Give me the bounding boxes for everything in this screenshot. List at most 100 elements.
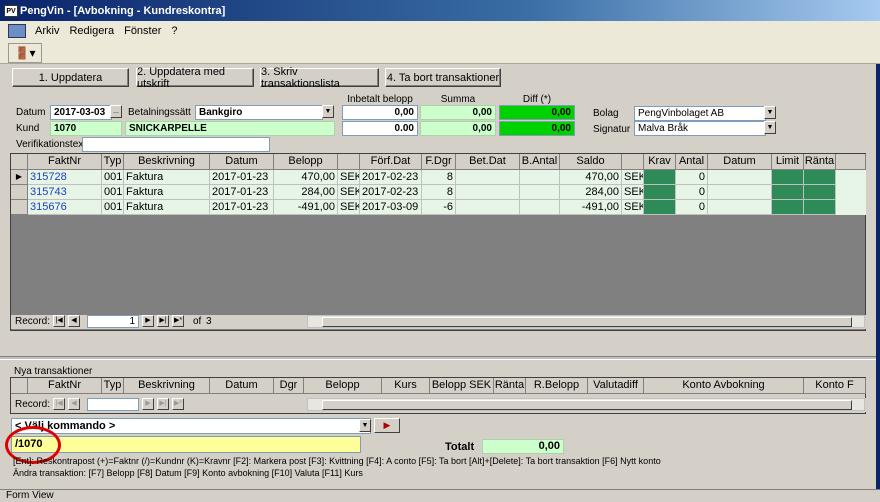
- datum-field[interactable]: 2017-03-03: [50, 105, 112, 120]
- signatur-select[interactable]: Malva Bråk: [634, 121, 766, 136]
- menu-help[interactable]: ?: [166, 25, 182, 37]
- cell-belopp[interactable]: 470,00: [274, 170, 338, 185]
- col-saldo[interactable]: Saldo: [560, 154, 622, 170]
- cell-faktnr[interactable]: 315728: [28, 170, 102, 185]
- col-valuta2[interactable]: [622, 154, 644, 170]
- col-bantal[interactable]: B.Antal: [520, 154, 560, 170]
- cell-datum2[interactable]: [708, 170, 772, 185]
- cell-betdat[interactable]: [456, 170, 520, 185]
- cell-faktnr[interactable]: 315676: [28, 200, 102, 215]
- row-selector[interactable]: [11, 185, 28, 200]
- cell-antal[interactable]: 0: [676, 170, 708, 185]
- record-number-input[interactable]: [87, 398, 139, 411]
- cell-fdgr[interactable]: -6: [422, 200, 456, 215]
- cell-belopp[interactable]: -491,00: [274, 200, 338, 215]
- col-typ[interactable]: Typ: [102, 154, 124, 170]
- col-beskrivning[interactable]: Beskrivning: [124, 154, 210, 170]
- col-rbelopp[interactable]: R.Belopp: [526, 378, 588, 394]
- chevron-down-icon[interactable]: ▼: [359, 419, 371, 432]
- col-limit[interactable]: Limit: [772, 154, 804, 170]
- betalningssatt-select[interactable]: Bankgiro: [195, 105, 323, 120]
- cell-datum2[interactable]: [708, 185, 772, 200]
- cell-beskrivning[interactable]: Faktura: [124, 170, 210, 185]
- cell-valuta2[interactable]: SEK: [622, 200, 644, 215]
- cell-antal[interactable]: 0: [676, 200, 708, 215]
- record-number-input[interactable]: 1: [87, 315, 139, 328]
- col-datum[interactable]: Datum: [210, 154, 274, 170]
- cell-valuta2[interactable]: SEK: [622, 185, 644, 200]
- menu-arkiv[interactable]: Arkiv: [30, 25, 64, 37]
- row-selector-icon[interactable]: ▶: [11, 170, 28, 185]
- cell-typ[interactable]: 001: [102, 200, 124, 215]
- cell-saldo[interactable]: -491,00: [560, 200, 622, 215]
- inbetalt-field-1[interactable]: 0,00: [342, 105, 418, 120]
- horizontal-scrollbar[interactable]: [307, 398, 865, 411]
- cell-forfdat[interactable]: 2017-02-23: [360, 170, 422, 185]
- col-forfdat[interactable]: Förf.Dat: [360, 154, 422, 170]
- command-input[interactable]: /1070: [11, 436, 361, 453]
- cell-bantal[interactable]: [520, 200, 560, 215]
- col-belopp-sek[interactable]: Belopp SEK: [430, 378, 494, 394]
- col-kurs[interactable]: Kurs: [382, 378, 430, 394]
- col-faktnr[interactable]: FaktNr: [28, 154, 102, 170]
- col-ranta[interactable]: Ränta: [804, 154, 836, 170]
- cell-valuta[interactable]: SEK: [338, 170, 360, 185]
- cell-forfdat[interactable]: 2017-03-09: [360, 200, 422, 215]
- prev-record-icon[interactable]: ◀: [68, 315, 80, 327]
- cell-betdat[interactable]: [456, 200, 520, 215]
- cell-saldo[interactable]: 470,00: [560, 170, 622, 185]
- bolag-select[interactable]: PengVinbolaget AB: [634, 106, 766, 121]
- col-belopp[interactable]: Belopp: [304, 378, 382, 394]
- cell-ranta[interactable]: [804, 185, 836, 200]
- next-record-icon[interactable]: ▶: [142, 398, 154, 410]
- scroll-thumb[interactable]: [322, 400, 852, 410]
- cell-fdgr[interactable]: 8: [422, 170, 456, 185]
- cell-krav[interactable]: [644, 185, 676, 200]
- col-datum[interactable]: Datum: [210, 378, 274, 394]
- chevron-down-icon[interactable]: ▼: [764, 106, 776, 119]
- print-list-button[interactable]: 3. Skriv transaktionslista: [260, 66, 379, 90]
- cell-forfdat[interactable]: 2017-02-23: [360, 185, 422, 200]
- col-typ[interactable]: Typ: [102, 378, 124, 394]
- cell-krav[interactable]: [644, 170, 676, 185]
- new-record-icon[interactable]: ▶*: [172, 315, 184, 327]
- kund-id-field[interactable]: 1070: [50, 121, 122, 136]
- cell-datum2[interactable]: [708, 200, 772, 215]
- cell-limit[interactable]: [772, 200, 804, 215]
- cell-limit[interactable]: [772, 170, 804, 185]
- cell-belopp[interactable]: 284,00: [274, 185, 338, 200]
- cell-fdgr[interactable]: 8: [422, 185, 456, 200]
- menu-redigera[interactable]: Redigera: [64, 25, 119, 37]
- col-fdgr[interactable]: F.Dgr: [422, 154, 456, 170]
- cell-krav[interactable]: [644, 200, 676, 215]
- col-dgr[interactable]: Dgr: [274, 378, 304, 394]
- section-divider[interactable]: [0, 356, 876, 360]
- cell-faktnr[interactable]: 315743: [28, 185, 102, 200]
- next-record-icon[interactable]: ▶: [142, 315, 154, 327]
- cell-typ[interactable]: 001: [102, 170, 124, 185]
- new-record-icon[interactable]: ▶*: [172, 398, 184, 410]
- update-print-button[interactable]: 2. Uppdatera med utskrift: [136, 66, 254, 90]
- cell-ranta[interactable]: [804, 200, 836, 215]
- col-konto-f[interactable]: Konto F: [804, 378, 866, 394]
- col-krav[interactable]: Krav: [644, 154, 676, 170]
- cell-typ[interactable]: 001: [102, 185, 124, 200]
- verifikation-field[interactable]: [82, 137, 270, 152]
- chevron-down-icon[interactable]: ▼: [764, 121, 776, 134]
- cell-ranta[interactable]: [804, 170, 836, 185]
- chevron-down-icon[interactable]: ▼: [322, 105, 334, 118]
- cell-valuta[interactable]: SEK: [338, 200, 360, 215]
- cell-betdat[interactable]: [456, 185, 520, 200]
- cell-datum[interactable]: 2017-01-23: [210, 200, 274, 215]
- run-command-button[interactable]: ▶: [374, 418, 400, 433]
- cell-beskrivning[interactable]: Faktura: [124, 185, 210, 200]
- col-faktnr[interactable]: FaktNr: [28, 378, 102, 394]
- prev-record-icon[interactable]: ◀: [68, 398, 80, 410]
- last-record-icon[interactable]: ▶|: [157, 398, 169, 410]
- datum-picker-button[interactable]: ...: [110, 105, 122, 118]
- cell-saldo[interactable]: 284,00: [560, 185, 622, 200]
- col-belopp[interactable]: Belopp: [274, 154, 338, 170]
- first-record-icon[interactable]: |◀: [53, 315, 65, 327]
- horizontal-scrollbar[interactable]: [307, 315, 865, 328]
- table-row[interactable]: ▶ 315728 001 Faktura 2017-01-23 470,00 S…: [11, 170, 866, 185]
